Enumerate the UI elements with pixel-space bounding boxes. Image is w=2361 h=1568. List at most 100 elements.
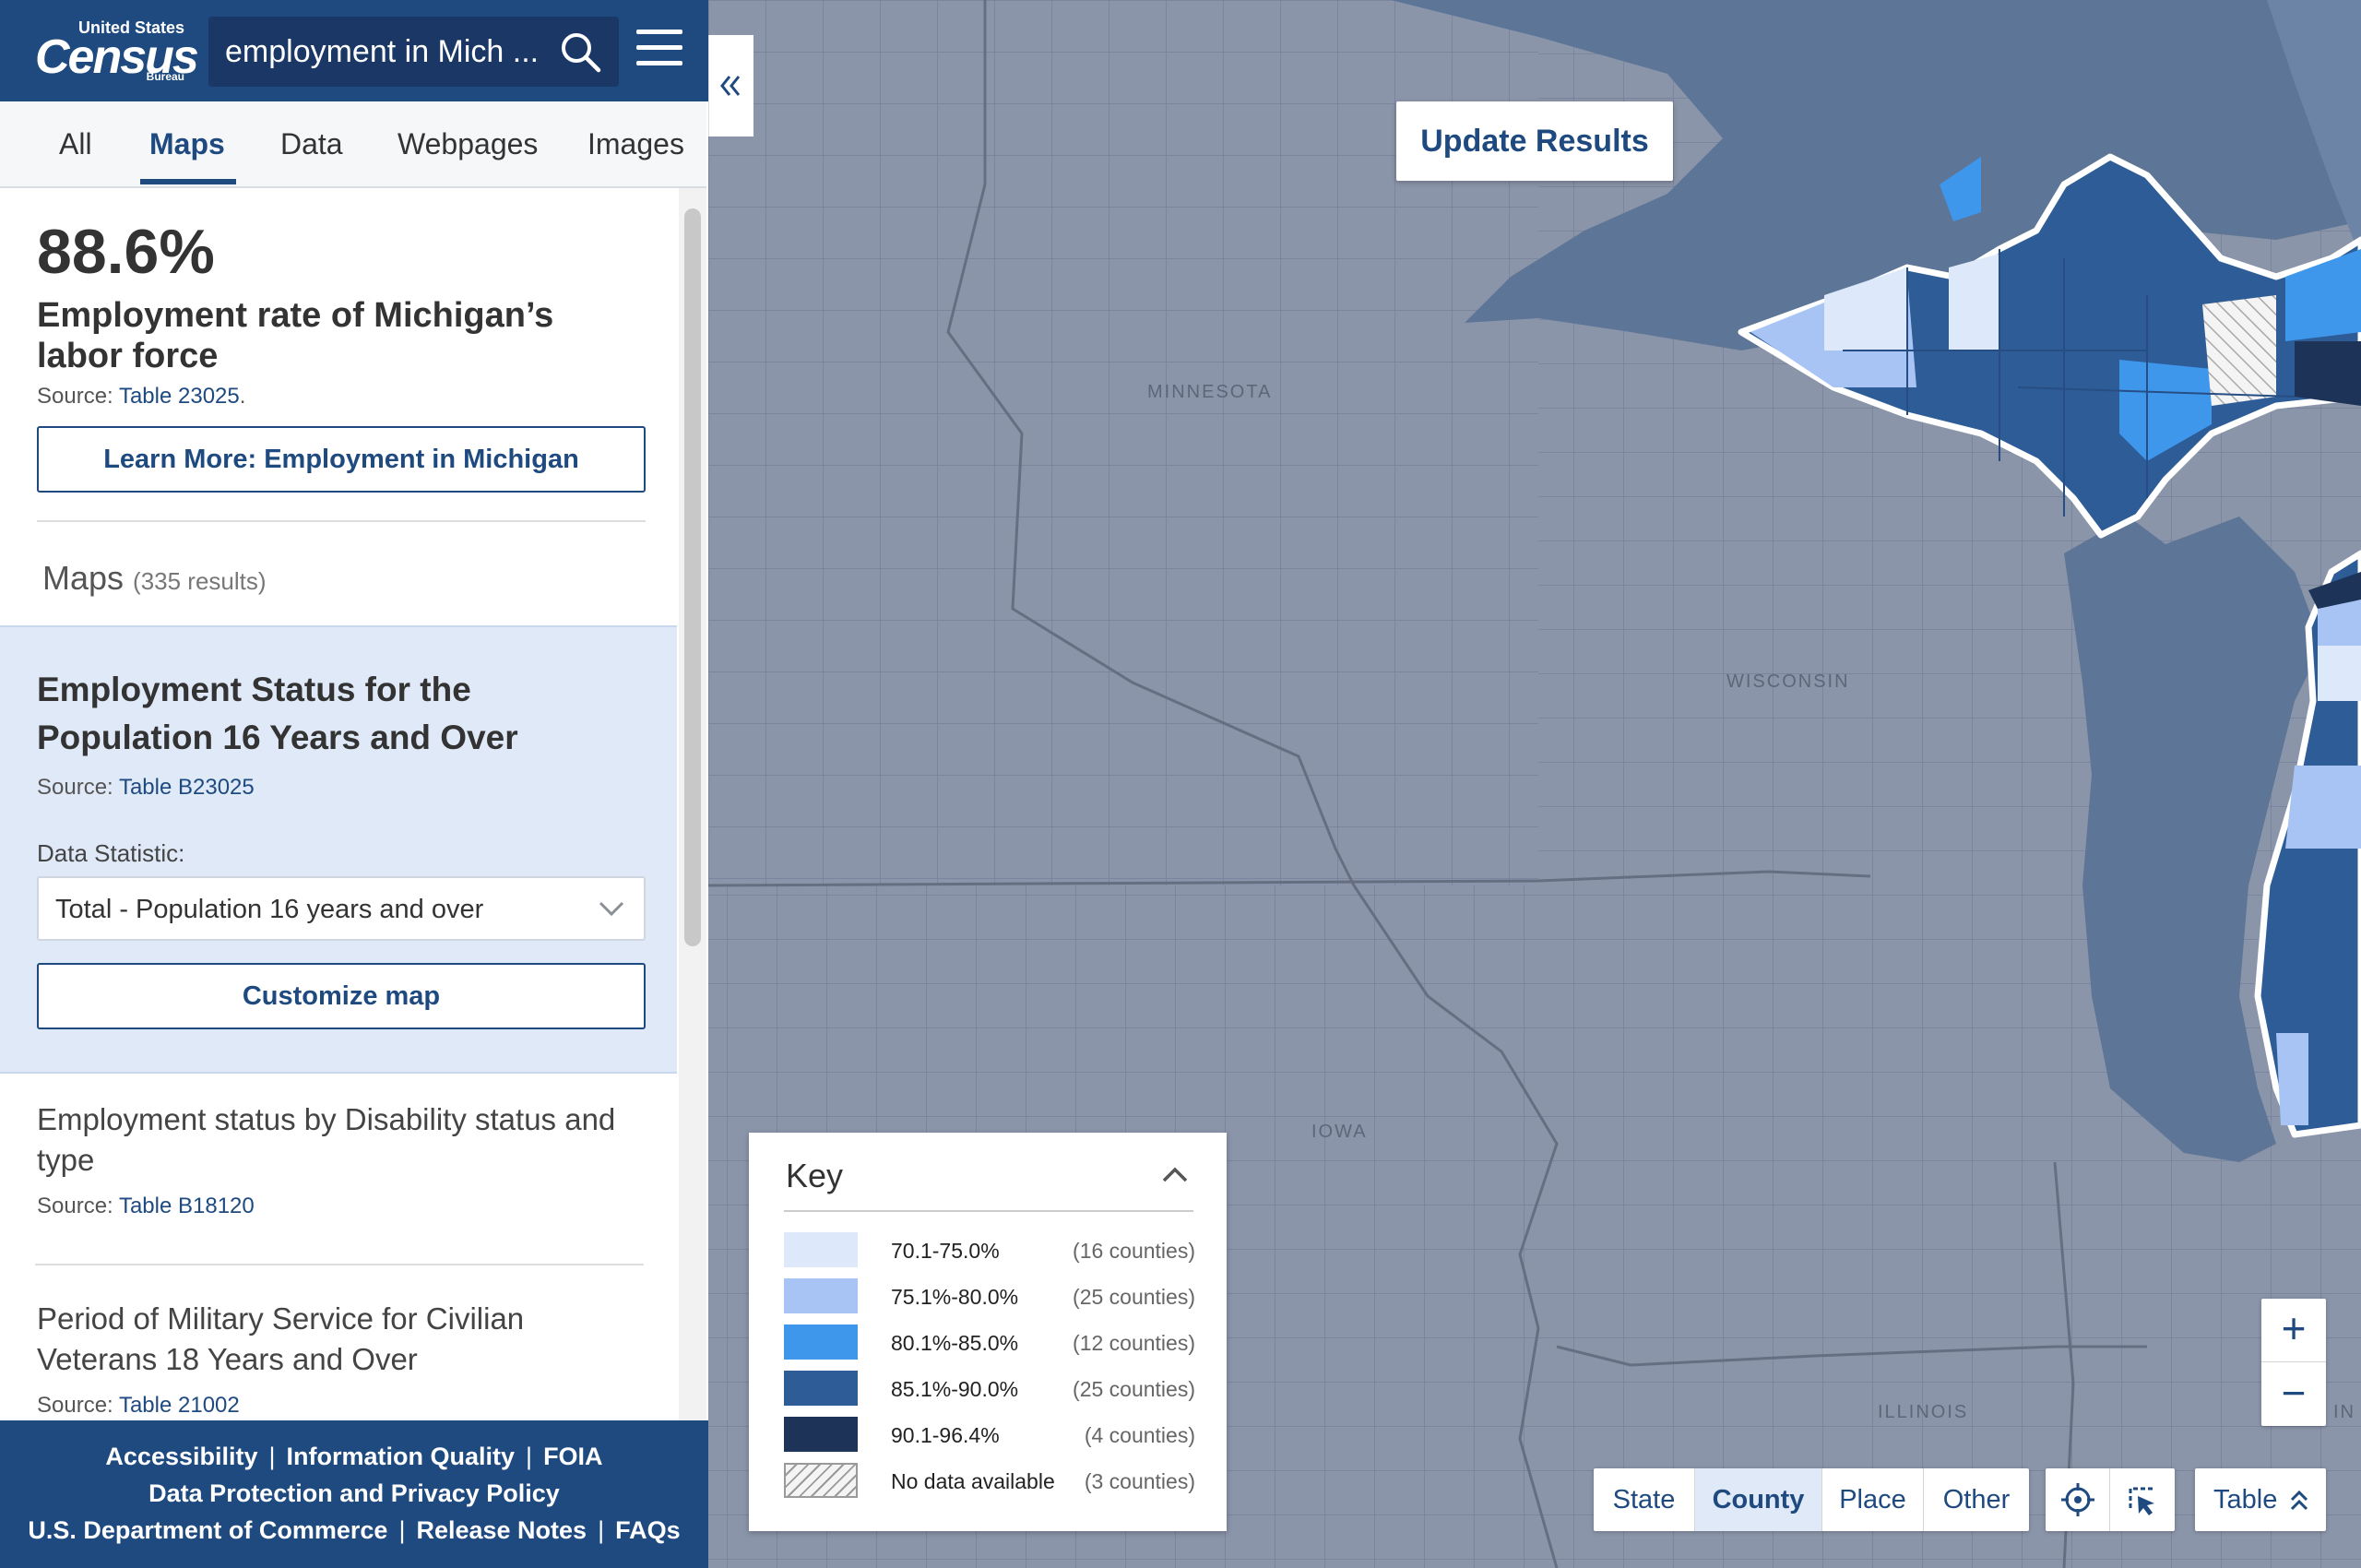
county-shade	[2285, 766, 2361, 849]
key-item: 75.1%-80.0% (25 counties)	[784, 1278, 1195, 1315]
census-logo[interactable]: United States Census Bureau	[35, 17, 199, 84]
chevron-double-left-icon	[720, 76, 741, 96]
stat-value: 88.6%	[37, 217, 215, 287]
footer-link-foia[interactable]: FOIA	[543, 1443, 603, 1470]
county-shade	[1949, 254, 1999, 350]
geo-level-other[interactable]: Other	[1924, 1468, 2029, 1531]
update-results-button[interactable]: Update Results	[1396, 101, 1673, 181]
key-item-count: (12 counties)	[1073, 1331, 1195, 1355]
key-swatch	[784, 1278, 858, 1313]
divider	[784, 1210, 1193, 1212]
key-swatch	[784, 1232, 858, 1267]
selected-map-card[interactable]: Employment Status for the Population 16 …	[0, 625, 677, 1074]
hamburger-menu-icon[interactable]	[636, 28, 684, 68]
source-suffix: .	[239, 384, 246, 409]
key-item-count: (25 counties)	[1073, 1285, 1195, 1309]
chevron-down-icon	[599, 901, 624, 917]
state-label-wisconsin: WISCONSIN	[1726, 671, 1850, 692]
maps-results-heading: Maps (335 results)	[42, 559, 267, 598]
divider	[35, 1264, 644, 1265]
key-item-label: 85.1%-90.0%	[891, 1377, 1019, 1401]
key-swatch	[784, 1417, 858, 1452]
key-title: Key	[786, 1157, 844, 1194]
collapse-panel-button[interactable]	[708, 35, 753, 137]
table-button-label: Table	[2213, 1485, 2278, 1515]
map-key: Key 70.1-75.0% (16 counties) 75.1%-80.0% (2…	[749, 1133, 1227, 1531]
key-item-count: (25 counties)	[1073, 1377, 1195, 1401]
footer-link-information-quality[interactable]: Information Quality	[287, 1443, 516, 1470]
footer-link-privacy-policy[interactable]: Data Protection and Privacy Policy	[148, 1479, 560, 1507]
key-item-label: 80.1%-85.0%	[891, 1331, 1019, 1355]
result-source-link[interactable]: Table B18120	[119, 1194, 255, 1218]
zoom-control: + −	[2261, 1299, 2326, 1426]
data-statistic-select[interactable]: Total - Population 16 years and over	[37, 876, 646, 941]
county-shade	[2295, 341, 2361, 406]
key-item-label: 70.1-75.0%	[891, 1239, 1000, 1263]
state-label-indiana: IN	[2333, 1402, 2355, 1422]
state-label-iowa: IOWA	[1311, 1122, 1368, 1142]
footer-separator: |	[598, 1516, 605, 1544]
zoom-in-button[interactable]: +	[2261, 1299, 2326, 1362]
key-item: 80.1%-85.0% (12 counties)	[784, 1324, 1195, 1361]
footer-link-release-notes[interactable]: Release Notes	[416, 1516, 587, 1544]
county-shade	[2318, 646, 2361, 701]
select-area-icon[interactable]	[2110, 1468, 2175, 1531]
result-title: Employment status by Disability status a…	[37, 1102, 616, 1177]
map-card-title: Employment Status for the Population 16 …	[37, 671, 518, 756]
tab-maps[interactable]: Maps	[149, 127, 225, 161]
zoom-out-button[interactable]: −	[2261, 1363, 2326, 1426]
geo-level-place[interactable]: Place	[1822, 1468, 1924, 1531]
table-toggle-button[interactable]: Table	[2195, 1468, 2326, 1531]
stat-title: Employment rate of Michigan’s labor forc…	[37, 296, 554, 375]
header-bar: United States Census Bureau	[0, 0, 708, 101]
learn-more-button[interactable]: Learn More: Employment in Michigan	[37, 426, 646, 493]
key-item-label: No data available	[891, 1469, 1055, 1493]
result-source-link[interactable]: Table 21002	[119, 1393, 240, 1418]
tab-webpages[interactable]: Webpages	[397, 127, 538, 161]
locate-icon[interactable]	[2046, 1468, 2110, 1531]
maps-heading-text: Maps	[42, 559, 125, 597]
result-item[interactable]: Employment status by Disability status a…	[37, 1099, 627, 1219]
state-label-minnesota: MINNESOTA	[1147, 382, 1273, 402]
stat-card: 88.6% Employment rate of Michigan’s labo…	[0, 188, 677, 625]
tab-all[interactable]: All	[59, 127, 92, 161]
map-card-source-link[interactable]: Table B23025	[119, 775, 255, 800]
search-icon[interactable]	[558, 30, 602, 74]
stat-source-link[interactable]: Table 23025	[119, 384, 240, 409]
data-statistic-label: Data Statistic:	[37, 839, 185, 867]
chevron-up-icon[interactable]	[1155, 1155, 1195, 1195]
results-list: 88.6% Employment rate of Michigan’s labo…	[0, 188, 677, 1420]
footer: Accessibility | Information Quality | FOIA D…	[0, 1420, 708, 1568]
key-swatch	[784, 1324, 858, 1360]
tab-images[interactable]: Images	[587, 127, 684, 161]
scrollbar-thumb[interactable]	[684, 208, 701, 946]
source-prefix: Source:	[37, 775, 113, 800]
customize-map-button[interactable]: Customize map	[37, 963, 646, 1029]
source-prefix: Source:	[37, 384, 113, 409]
result-source: Source: Table 21002	[37, 1393, 627, 1419]
tab-data[interactable]: Data	[280, 127, 343, 161]
footer-link-accessibility[interactable]: Accessibility	[105, 1443, 257, 1470]
search-input[interactable]	[225, 28, 557, 76]
key-item-count: (4 counties)	[1084, 1423, 1195, 1447]
key-swatch	[784, 1463, 858, 1498]
footer-link-faqs[interactable]: FAQs	[615, 1516, 681, 1544]
key-item-count: (3 counties)	[1084, 1469, 1195, 1493]
footer-separator: |	[526, 1443, 533, 1470]
geo-level-county[interactable]: County	[1695, 1468, 1822, 1531]
key-item-count: (16 counties)	[1073, 1239, 1195, 1263]
state-label-illinois: ILLINOIS	[1878, 1402, 1969, 1422]
result-title: Period of Military Service for Civilian …	[37, 1301, 525, 1376]
result-item[interactable]: Period of Military Service for Civilian …	[37, 1299, 627, 1419]
footer-link-commerce[interactable]: U.S. Department of Commerce	[28, 1516, 387, 1544]
stat-source: Source: Table 23025.	[37, 384, 245, 410]
source-prefix: Source:	[37, 1393, 113, 1418]
geography-level-selector: State County Place Other	[1594, 1468, 2029, 1531]
key-item: 85.1%-90.0% (25 counties)	[784, 1371, 1195, 1408]
chevron-double-up-icon	[2290, 1490, 2308, 1511]
map-card-source: Source: Table B23025	[37, 775, 255, 801]
maps-results-count: (335 results)	[133, 567, 267, 595]
key-item-label: 75.1%-80.0%	[891, 1285, 1019, 1309]
geo-level-state[interactable]: State	[1594, 1468, 1695, 1531]
footer-separator: |	[398, 1516, 406, 1544]
